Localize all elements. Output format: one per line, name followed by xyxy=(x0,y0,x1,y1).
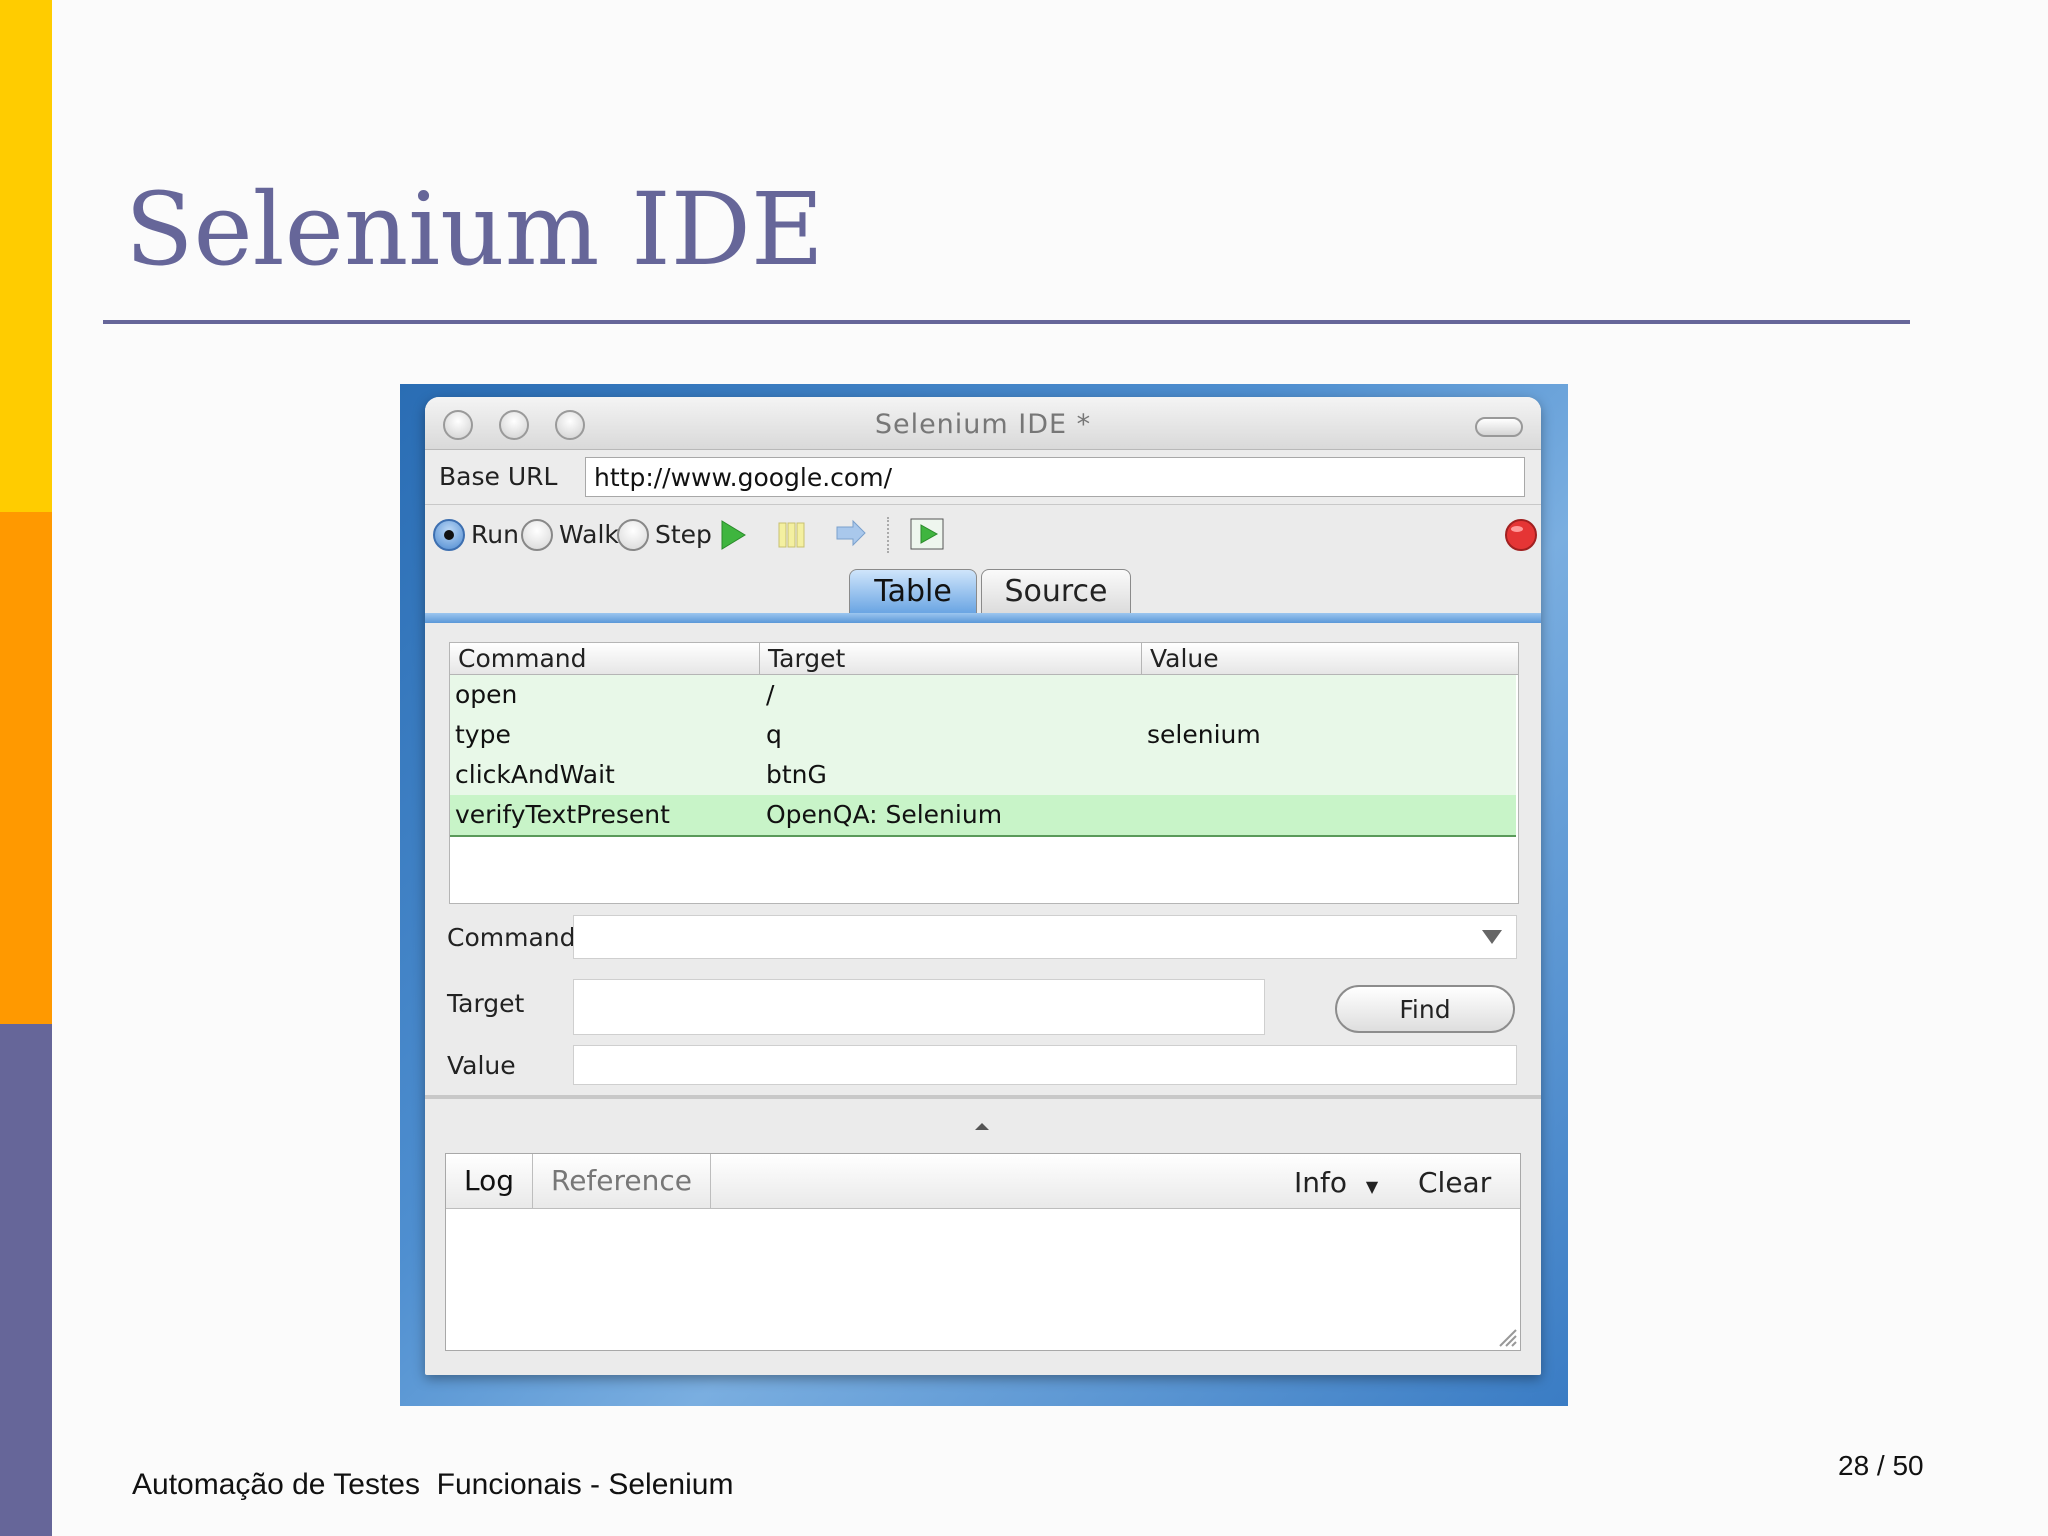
tab-log[interactable]: Log xyxy=(446,1154,534,1208)
ide-screenshot: Selenium IDE * Base URL Run Walk Step xyxy=(400,384,1568,1406)
log-panel: Log Reference Info ▼ Clear xyxy=(445,1153,1521,1351)
row-target: OpenQA: Selenium xyxy=(766,800,1003,829)
step-icon[interactable] xyxy=(833,519,869,551)
command-label: Command xyxy=(447,923,576,952)
toolbar-toggle-icon[interactable] xyxy=(1475,417,1523,437)
row-value: selenium xyxy=(1147,720,1261,749)
page-number: 28 / 50 xyxy=(1838,1450,1924,1481)
tab-reference[interactable]: Reference xyxy=(533,1154,711,1208)
tab-source[interactable]: Source xyxy=(981,569,1131,613)
row-command: open xyxy=(455,680,518,709)
row-target: q xyxy=(766,720,782,749)
play-suite-icon[interactable] xyxy=(909,517,945,551)
table-row-selected[interactable]: verifyTextPresent OpenQA: Selenium xyxy=(450,795,1516,837)
dropdown-arrow-icon: ▼ xyxy=(1365,1177,1379,1196)
chevron-down-icon xyxy=(1482,930,1502,944)
window-title: Selenium IDE * xyxy=(874,409,1092,440)
accent-strip-yellow xyxy=(0,0,52,512)
column-header-value[interactable]: Value xyxy=(1142,643,1518,675)
run-radio[interactable] xyxy=(433,519,465,551)
view-tabs: Table Source xyxy=(425,561,1541,613)
pause-icon[interactable] xyxy=(777,521,807,549)
walk-label: Walk xyxy=(559,520,619,549)
row-command: verifyTextPresent xyxy=(455,800,670,829)
ide-window: Selenium IDE * Base URL Run Walk Step xyxy=(425,397,1541,1375)
find-button[interactable]: Find xyxy=(1335,985,1515,1033)
slide-footer: Automação de Testes Funcionais - Seleniu… xyxy=(132,1468,734,1501)
step-radio[interactable] xyxy=(617,519,649,551)
play-icon[interactable] xyxy=(719,519,747,551)
pane-splitter[interactable] xyxy=(425,1095,1541,1099)
run-toolbar: Run Walk Step xyxy=(425,505,1541,561)
commands-table: Command Target Value open / type q selen… xyxy=(449,642,1519,904)
slide-title: Selenium IDE xyxy=(125,171,824,288)
walk-radio[interactable] xyxy=(521,519,553,551)
log-level-value: Info xyxy=(1294,1166,1347,1199)
base-url-input[interactable] xyxy=(585,457,1525,497)
log-toolbar: Log Reference Info ▼ Clear xyxy=(446,1154,1520,1209)
accent-strip-purple xyxy=(0,1024,52,1536)
command-select[interactable] xyxy=(573,915,1517,959)
row-command: type xyxy=(455,720,511,749)
row-target: / xyxy=(766,680,775,709)
row-command: clickAndWait xyxy=(455,760,615,789)
base-url-row: Base URL xyxy=(425,450,1541,505)
tab-table[interactable]: Table xyxy=(849,569,977,613)
window-titlebar: Selenium IDE * xyxy=(425,397,1541,450)
value-label: Value xyxy=(447,1051,516,1080)
accent-strip-orange xyxy=(0,512,52,1024)
table-row[interactable]: type q selenium xyxy=(450,715,1516,755)
clear-log-button[interactable]: Clear xyxy=(1418,1166,1491,1199)
run-label: Run xyxy=(471,520,519,549)
step-label: Step xyxy=(655,520,712,549)
splitter-handle-icon[interactable] xyxy=(975,1121,989,1131)
tab-underline xyxy=(425,613,1541,623)
table-row[interactable]: clickAndWait btnG xyxy=(450,755,1516,795)
title-divider xyxy=(103,320,1910,324)
target-input[interactable] xyxy=(573,979,1265,1035)
column-header-command[interactable]: Command xyxy=(450,643,760,675)
column-header-target[interactable]: Target xyxy=(760,643,1142,675)
row-target: btnG xyxy=(766,760,827,789)
log-level-dropdown[interactable]: Info ▼ xyxy=(1294,1166,1378,1199)
table-row[interactable]: open / xyxy=(450,675,1516,715)
value-input[interactable] xyxy=(573,1045,1517,1085)
target-label: Target xyxy=(447,989,525,1018)
toolbar-separator xyxy=(887,517,889,553)
base-url-label: Base URL xyxy=(439,462,558,491)
resize-grip-icon[interactable] xyxy=(1494,1324,1518,1348)
record-icon[interactable] xyxy=(1503,517,1539,553)
